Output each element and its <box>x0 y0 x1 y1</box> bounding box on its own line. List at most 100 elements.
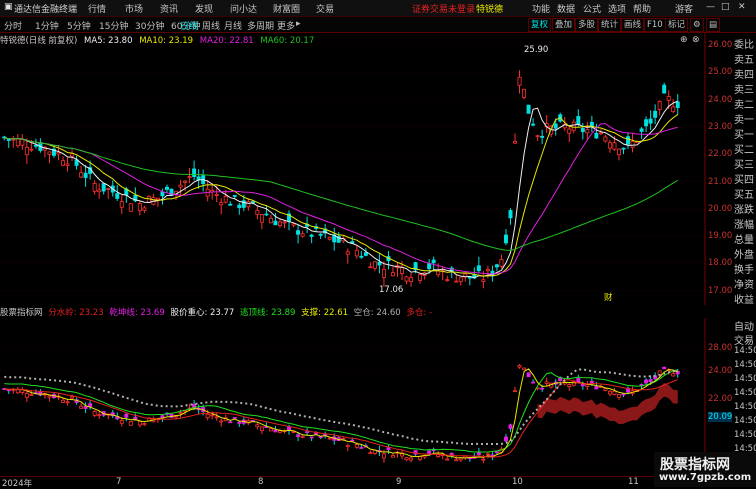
tab-15min[interactable]: 15分钟 <box>99 19 128 32</box>
candle-body <box>228 203 233 206</box>
tab-30min[interactable]: 30分钟 <box>135 19 164 32</box>
overlay-button[interactable]: 叠加 <box>552 18 576 32</box>
candle-body <box>228 421 233 424</box>
minimize-icon[interactable]: — <box>706 2 715 12</box>
candle-body <box>585 129 590 134</box>
maximize-icon[interactable]: □ <box>721 2 730 12</box>
trade-row-label: 14:50 <box>734 374 756 384</box>
trade-row-label[interactable]: 交易 <box>734 332 754 347</box>
candle-body <box>390 272 395 277</box>
candle-body <box>377 261 382 266</box>
multi-stock-button[interactable]: 多股 <box>575 18 599 32</box>
candle-body <box>644 119 649 127</box>
financial-marker[interactable]: 财 <box>604 291 613 303</box>
menu-function[interactable]: 功能 <box>532 2 550 15</box>
candle-body <box>354 444 359 448</box>
candle-body <box>445 279 450 282</box>
adjust-button[interactable]: 复权 <box>528 18 552 32</box>
menu-wealth[interactable]: 财富圈 <box>273 2 300 15</box>
menu-help[interactable]: 帮助 <box>633 2 651 15</box>
menu-options[interactable]: 选项 <box>608 2 626 15</box>
menu-discover[interactable]: 发现 <box>195 2 213 15</box>
candle-body <box>327 236 332 240</box>
date-tick-label: 9 <box>396 477 402 487</box>
candle-body <box>106 188 111 190</box>
date-axis: 2024年 7 8 9 10 11 <box>0 476 756 489</box>
candle-body <box>6 139 11 141</box>
candle-body <box>567 384 572 388</box>
close-icon[interactable]: ✕ <box>738 2 746 12</box>
candle-body <box>544 381 549 384</box>
candle-body <box>404 457 409 461</box>
candle-body <box>381 453 386 459</box>
user-label[interactable]: 游客 <box>675 2 693 15</box>
statistics-button[interactable]: 统计 <box>598 18 622 32</box>
candle-body <box>662 366 667 370</box>
price-tick-label: 23.00 <box>708 121 733 132</box>
quote-row-label: 卖一 <box>734 115 754 126</box>
stock-name: 特锐德 <box>476 5 504 15</box>
candle-body <box>494 451 499 454</box>
candle-body <box>594 132 599 139</box>
candle-body <box>273 220 278 226</box>
candle-body <box>61 160 66 166</box>
candle-body <box>671 373 676 377</box>
f10-button[interactable]: F10 <box>644 18 666 32</box>
candle-body <box>666 96 671 101</box>
candle-body <box>540 135 545 138</box>
indicator-chart[interactable] <box>0 318 734 476</box>
tab-monthly[interactable]: 月线 <box>224 19 242 32</box>
candle-body <box>232 195 237 197</box>
mark-button[interactable]: 标记 <box>665 18 689 32</box>
high-price-label: 25.90 <box>524 45 549 55</box>
menu-market[interactable]: 市场 <box>125 2 143 15</box>
panel-toggle-icon[interactable]: ▤ <box>706 18 721 32</box>
candle-body <box>47 395 52 398</box>
candle-body <box>214 194 219 196</box>
login-status[interactable]: 证券交易未登录 <box>412 2 475 15</box>
candle-body <box>653 110 658 118</box>
candle-body <box>522 88 527 98</box>
candle-body <box>508 210 513 219</box>
candle-body <box>580 128 585 133</box>
menu-quotes[interactable]: 行情 <box>88 2 106 15</box>
candlestick-chart[interactable] <box>0 33 734 305</box>
app-title: 通达信金融终端 <box>14 5 78 15</box>
candle-body <box>612 390 617 395</box>
indicator-tick-label: 20.09 <box>708 412 733 422</box>
candle-body <box>70 396 75 399</box>
candle-body <box>155 197 160 200</box>
candle-body <box>345 444 350 447</box>
candle-body <box>282 221 287 224</box>
trade-row-label[interactable]: 自动 <box>734 318 754 333</box>
candle-body <box>359 255 364 258</box>
quote-row-label: 净资 <box>734 280 754 291</box>
candle-body <box>142 423 147 426</box>
menu-data[interactable]: 数据 <box>557 2 575 15</box>
candle-body <box>273 429 278 433</box>
menu-news[interactable]: 资讯 <box>160 2 178 15</box>
menu-formula[interactable]: 公式 <box>583 2 601 15</box>
menu-trade[interactable]: 交易 <box>316 2 334 15</box>
candle-body <box>327 437 332 440</box>
candle-body <box>61 399 66 403</box>
candle-body <box>29 148 34 151</box>
candle-body <box>65 401 70 404</box>
tab-1min[interactable]: 1分钟 <box>35 19 59 32</box>
candle-body <box>178 411 183 414</box>
candle-body <box>259 426 264 432</box>
candle-body <box>458 457 463 461</box>
menu-ask[interactable]: 问小达 <box>230 2 257 15</box>
settings-icon[interactable]: ⚙ <box>690 18 704 32</box>
tab-multi-period[interactable]: 多周期 <box>247 19 274 32</box>
more-arrow-icon[interactable]: ▸ <box>296 19 301 29</box>
tab-daily[interactable]: 日线 <box>180 19 198 32</box>
tab-more[interactable]: 更多 <box>277 19 295 32</box>
candle-body <box>508 424 513 429</box>
draw-line-button[interactable]: 画线 <box>621 18 645 32</box>
ma20-line <box>4 123 678 275</box>
tab-timeshare[interactable]: 分时 <box>4 19 22 32</box>
tab-5min[interactable]: 5分钟 <box>67 19 91 32</box>
tab-weekly[interactable]: 周线 <box>202 19 220 32</box>
candle-body <box>142 207 147 211</box>
